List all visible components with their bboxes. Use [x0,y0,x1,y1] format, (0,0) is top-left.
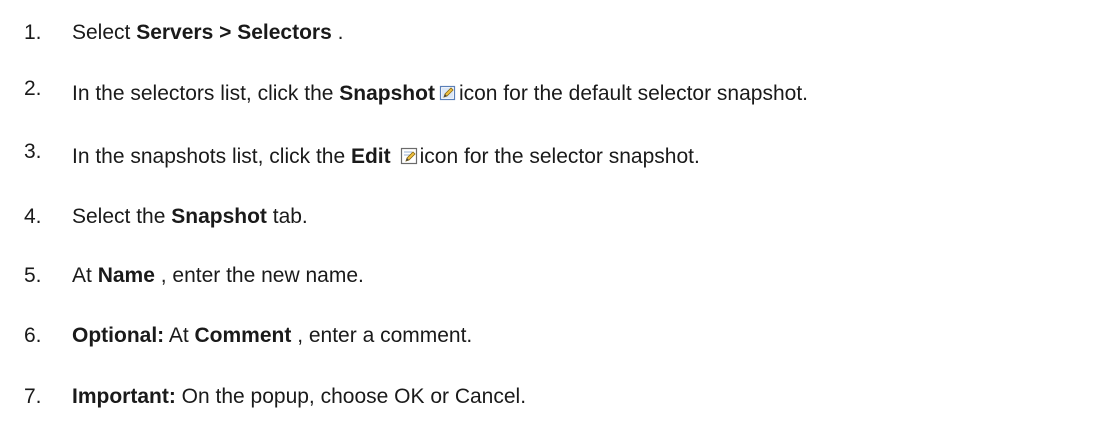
edit-icon [400,147,418,165]
snapshot-icon [439,84,457,102]
step-text: Important: On the popup, choose OK or Ca… [72,385,527,408]
step-text: In the selectors list, click the Snapsho… [72,82,808,105]
step-text: Select the Snapshot tab. [72,205,308,228]
menu-path: Servers > Selectors [136,21,332,44]
step-number: 4. [24,205,42,228]
step-number: 5. [24,264,42,287]
instruction-steps: 1. Select Servers > Selectors . 2. In th… [0,0,1104,437]
step-number: 7. [24,385,42,408]
step-text: Select Servers > Selectors . [72,21,344,44]
note-label: Important: [72,385,176,408]
ui-term: Edit [350,145,391,168]
ui-term: Comment [194,324,292,347]
note-label: Optional: [72,324,165,347]
step-number: 6. [24,324,42,347]
ui-term: Name [97,264,155,287]
step-text: Optional: At Comment , enter a comment. [72,324,473,347]
ui-term: Snapshot [339,82,435,105]
step-number: 1. [24,21,42,44]
step-number: 2. [24,77,42,100]
step-text: In the snapshots list, click the Edit ic… [72,145,700,168]
step-number: 3. [24,140,42,163]
step-text: At Name , enter the new name. [72,264,364,287]
ui-term: Snapshot [171,205,267,228]
